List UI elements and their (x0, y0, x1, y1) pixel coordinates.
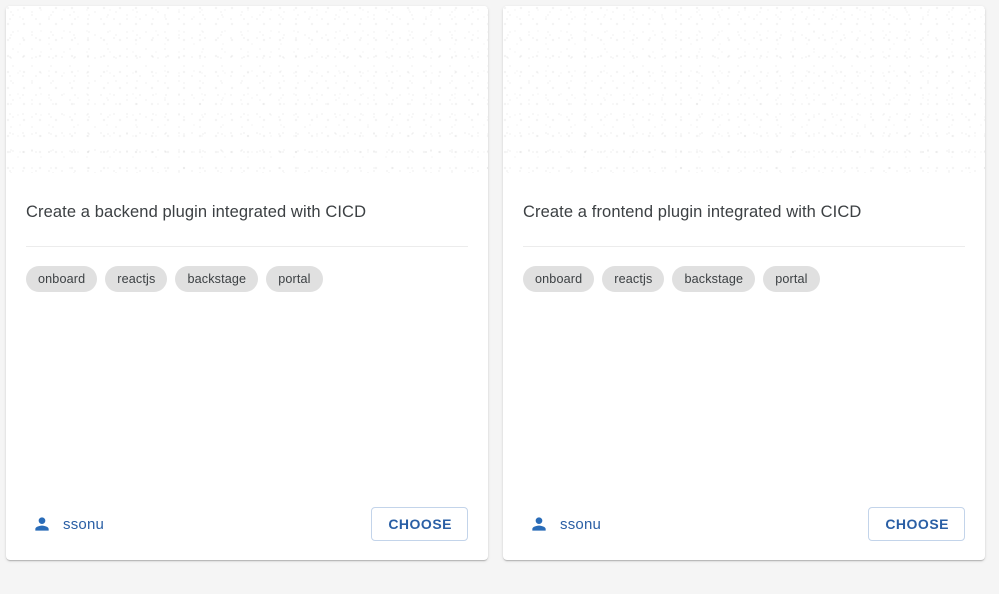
person-icon (35, 517, 49, 531)
template-card[interactable]: Create a frontend plugin integrated with… (503, 6, 985, 560)
card-header-pattern (6, 6, 488, 173)
card-owner-name: ssonu (63, 515, 105, 533)
card-title: Create a backend plugin integrated with … (26, 203, 367, 221)
card-owner[interactable]: ssonu (529, 514, 601, 534)
template-catalog-page: Create a backend plugin integrated with … (0, 0, 999, 594)
tag-chip[interactable]: reactjs (602, 266, 665, 292)
card-body: Create a frontend plugin integrated with… (503, 173, 985, 488)
card-divider (26, 246, 468, 247)
card-body-spacer (523, 292, 965, 488)
person-icon (532, 517, 546, 531)
card-tag-row: onboard reactjs backstage portal (523, 266, 965, 292)
choose-button[interactable]: CHOOSE (868, 507, 965, 541)
card-owner[interactable]: ssonu (32, 514, 104, 534)
card-tag-row: onboard reactjs backstage portal (26, 266, 468, 292)
tag-chip[interactable]: onboard (523, 266, 595, 292)
tag-chip[interactable]: backstage (672, 266, 756, 292)
card-actions: ssonu CHOOSE (6, 488, 488, 560)
card-actions: ssonu CHOOSE (503, 488, 985, 560)
tag-chip[interactable]: portal (266, 266, 323, 292)
tag-chip[interactable]: backstage (175, 266, 259, 292)
card-header-pattern (503, 6, 985, 173)
card-body: Create a backend plugin integrated with … (6, 173, 488, 488)
choose-button[interactable]: CHOOSE (371, 507, 468, 541)
card-owner-name: ssonu (560, 515, 602, 533)
card-divider (523, 246, 965, 247)
tag-chip[interactable]: portal (763, 266, 820, 292)
card-title: Create a frontend plugin integrated with… (523, 203, 862, 221)
card-body-spacer (26, 292, 468, 488)
tag-chip[interactable]: reactjs (105, 266, 168, 292)
tag-chip[interactable]: onboard (26, 266, 98, 292)
template-card-grid: Create a backend plugin integrated with … (6, 6, 985, 560)
template-card[interactable]: Create a backend plugin integrated with … (6, 6, 488, 560)
